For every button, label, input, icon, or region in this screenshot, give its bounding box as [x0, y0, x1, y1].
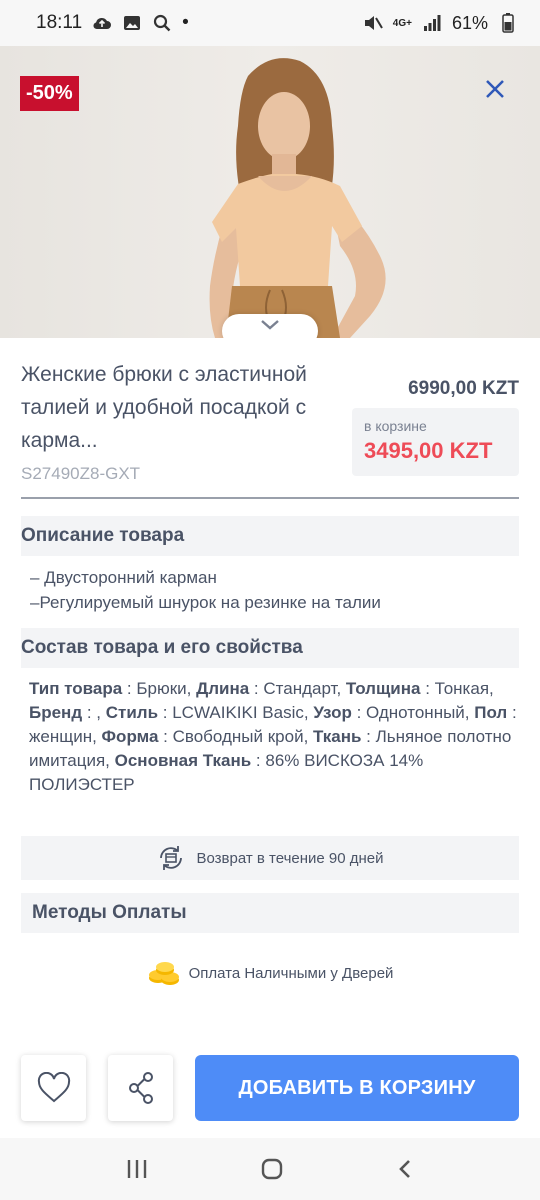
collapse-image-button[interactable] [222, 314, 318, 338]
battery-percent: 61% [451, 12, 488, 33]
recents-icon[interactable] [125, 1158, 149, 1180]
return-policy-banner: Возврат в течение 90 дней [21, 836, 519, 880]
product-image[interactable]: -50% [0, 46, 540, 338]
property-key: Тип товара [29, 679, 123, 698]
system-nav-bar [0, 1138, 540, 1200]
return-box-icon [160, 846, 183, 870]
original-price: 6990,00 KZT [408, 378, 519, 399]
search-status-icon [152, 14, 172, 32]
property-key: Форма [101, 727, 159, 746]
property-value: : , [82, 703, 106, 722]
status-time: 18:11 [36, 12, 83, 33]
payment-method-label: Оплата Наличными у Дверей [188, 964, 394, 982]
product-title: Женские брюки с эластичной талией и удоб… [21, 363, 307, 452]
property-key: Бренд [29, 703, 83, 722]
property-key: Толщина [345, 679, 421, 698]
add-to-cart-button[interactable]: ДОБАВИТЬ В КОРЗИНУ [195, 1055, 519, 1121]
battery-icon [498, 13, 518, 33]
discount-badge: -50% [20, 76, 79, 111]
description-heading-label: Описание товара [21, 525, 185, 546]
description-heading[interactable]: Описание товара [21, 516, 519, 556]
property-line: имитация, Основная Ткань : 86% ВИСКОЗА 1… [29, 749, 539, 773]
property-value: : [507, 703, 517, 722]
model-illustration [209, 58, 386, 338]
property-line: Тип товара : Брюки, Длина : Стандарт, То… [29, 677, 539, 701]
property-key: Длина [196, 679, 250, 698]
property-value: : Стандарт, [249, 679, 346, 698]
composition-heading-label: Состав товара и его свойства [21, 637, 303, 658]
property-value: женщин, [29, 727, 102, 746]
property-key: Основная Ткань [114, 751, 252, 770]
property-key: Стиль [105, 703, 159, 722]
property-value: : LCWAIKIKI Basic, [158, 703, 314, 722]
chevron-down-icon [261, 320, 279, 330]
property-line: ПОЛИЭСТЕР [29, 773, 539, 797]
property-value: : Свободный крой, [158, 727, 314, 746]
back-icon[interactable] [395, 1158, 415, 1180]
property-value: : Льняное полотно [361, 727, 512, 746]
payment-method-cash: Оплата Наличными у Дверей [0, 960, 540, 986]
description-line: –Регулируемый шнурок на резинке на талии [30, 593, 381, 612]
description-line: – Двусторонний карман [30, 568, 217, 587]
description-list: – Двусторонний карман –Регулируемый шнур… [30, 565, 381, 615]
property-value: ПОЛИЭСТЕР [29, 775, 135, 794]
return-policy-text: Возврат в течение 90 дней [196, 849, 384, 867]
share-icon [128, 1072, 153, 1104]
property-value: : Однотонный, [351, 703, 475, 722]
payment-methods-heading-label: Методы Оплаты [32, 902, 187, 923]
divider [21, 497, 519, 499]
cloud-upload-icon [92, 14, 112, 32]
composition-heading[interactable]: Состав товара и его свойства [21, 628, 519, 668]
mute-icon [363, 14, 383, 32]
heart-icon [37, 1072, 70, 1103]
property-value: : Брюки, [122, 679, 197, 698]
favorite-button[interactable] [21, 1055, 86, 1121]
signal-icon [422, 14, 442, 32]
gallery-icon [122, 14, 142, 32]
share-button[interactable] [108, 1055, 173, 1121]
product-sku: S27490Z8-GXT [21, 464, 141, 483]
property-key: Узор [313, 703, 352, 722]
property-key: Ткань [313, 727, 362, 746]
payment-methods-heading[interactable]: Методы Оплаты [21, 893, 519, 933]
cart-price-box: в корзине 3495,00 KZT [352, 408, 519, 476]
sale-price: 3495,00 KZT [364, 438, 493, 463]
close-icon [486, 80, 504, 98]
property-value: : 86% ВИСКОЗА 14% [251, 751, 424, 770]
coins-icon [148, 962, 179, 985]
status-bar: 18:11 • 4G+ 61% [0, 0, 540, 46]
home-icon[interactable] [260, 1157, 284, 1181]
network-type: 4G+ [392, 17, 412, 29]
property-key: Пол [474, 703, 508, 722]
property-value: : Тонкая, [420, 679, 494, 698]
bottom-action-bar: ДОБАВИТЬ В КОРЗИНУ [21, 1055, 519, 1121]
property-line: Бренд : , Стиль : LCWAIKIKI Basic, Узор … [29, 701, 539, 725]
cart-price-label: в корзине [364, 418, 427, 434]
composition-properties: Тип товара : Брюки, Длина : Стандарт, То… [29, 677, 539, 797]
property-value: имитация, [29, 751, 115, 770]
close-button[interactable] [480, 74, 510, 104]
status-dot: • [182, 12, 189, 33]
property-line: женщин, Форма : Свободный крой, Ткань : … [29, 725, 539, 749]
